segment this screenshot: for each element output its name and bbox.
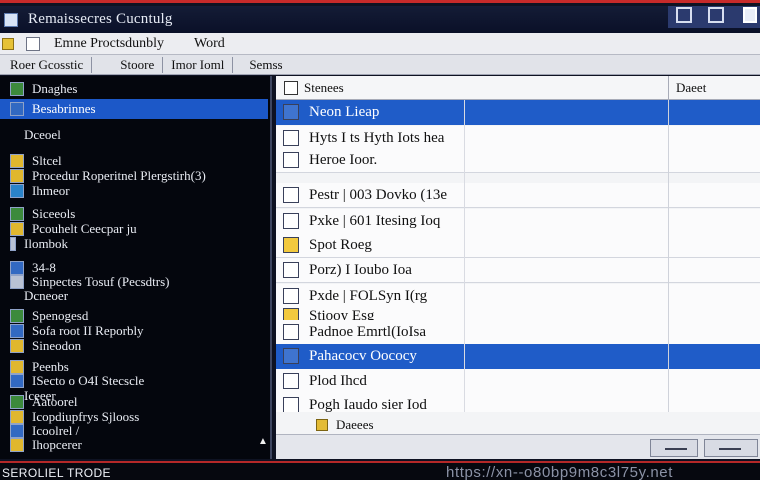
close-icon[interactable] — [743, 7, 757, 23]
maximize-icon[interactable] — [708, 7, 724, 23]
toolbar-item-import[interactable]: Imor Ioml — [163, 56, 234, 73]
table-row[interactable]: Plod Ihcd — [276, 369, 760, 394]
row-name: Hyts I ts Hyth Iots hea — [309, 129, 445, 146]
folder-blue-icon — [283, 104, 299, 120]
doc-icon — [283, 324, 299, 340]
row-name: Heroe Ioor. — [309, 151, 378, 168]
table-row[interactable]: Heroe Ioor. — [276, 148, 760, 173]
tree-item[interactable]: Ihmeor — [0, 181, 268, 201]
tree-item-label: Dcneoer — [24, 288, 69, 303]
table-row[interactable]: Padnoe Emrtl(IoIsa — [276, 320, 760, 345]
navigation-tree: Dnaghes Besabrinnes Dceoel Sltcel Proced… — [0, 76, 272, 459]
tree-item[interactable]: Dcneoer — [0, 286, 268, 306]
tree-item-label: Ihopcerer — [32, 437, 82, 452]
row-name: Pxke | 601 Itesing Ioq — [309, 212, 441, 229]
menu-bar: Emne Proctsdunbly Word — [0, 33, 760, 55]
tree-item[interactable]: Ilombok — [0, 234, 268, 254]
doc-icon — [283, 213, 299, 229]
tree-item[interactable]: Sineodon — [0, 336, 268, 356]
menu-item-word[interactable]: Word — [194, 36, 225, 52]
folder-yellow-icon — [10, 339, 24, 353]
tree-item-label: Sineodon — [32, 338, 82, 353]
row-name: Spot Roeg — [309, 236, 372, 253]
tree-item-label: Ilombok — [24, 236, 69, 251]
table-row[interactable]: Pxke | 601 Itesing Ioq — [276, 209, 760, 234]
folder-blue-icon — [283, 348, 299, 364]
arrow-icon — [719, 448, 741, 450]
row-name: Pxde | FOLSyn I(rg — [309, 287, 428, 304]
table-row[interactable]: Pahacocv Oococy — [276, 344, 760, 369]
forward-button[interactable] — [704, 439, 758, 457]
menu-item-edit[interactable]: Emne Proctsdunbly — [54, 36, 164, 52]
doc-icon — [283, 373, 299, 389]
drive-icon — [10, 237, 16, 251]
column-header-date[interactable]: Daeet — [676, 80, 706, 96]
row-name: Neon Lieap — [309, 103, 380, 120]
minimize-icon[interactable] — [676, 7, 692, 23]
doc-icon — [283, 130, 299, 146]
list-button-bar — [276, 434, 760, 459]
table-row[interactable]: Neon Lieap — [276, 100, 760, 125]
tree-item-label: Dceoel — [24, 127, 61, 142]
folder-green-icon — [10, 82, 24, 96]
toolbar-item-search[interactable]: Semss — [241, 57, 290, 73]
tree-item-label: Dnaghes — [32, 81, 78, 96]
tree-item-label: Besabrinnes — [32, 101, 96, 116]
row-name: Porz) I Ioubo Ioa — [309, 261, 412, 278]
status-bar: SEROLIEL TRODE https://xn--o80bp9m8c3l75… — [0, 461, 760, 480]
file-list: Stenees Daeet Neon Lieap Hyts I ts Hyth … — [276, 76, 760, 459]
tree-item[interactable]: Dnaghes — [0, 79, 268, 99]
table-row[interactable]: Spot Roeg — [276, 233, 760, 258]
toolbar-item-store[interactable]: Stoore — [112, 56, 164, 73]
tree-item[interactable]: Ihopcerer — [0, 435, 268, 455]
doc-icon — [283, 152, 299, 168]
toolbar: Roer Gcosstic Stoore Imor Ioml Semss — [0, 55, 760, 75]
footer-label: Daeees — [336, 417, 374, 432]
toolbar-item-general[interactable]: Roer Gcosstic — [2, 56, 93, 73]
column-divider — [668, 100, 669, 430]
window-title: Remaissecres Cucntulg — [28, 11, 173, 27]
tree-item-label: Ihmeor — [32, 183, 70, 198]
doc-icon — [283, 262, 299, 278]
column-divider — [464, 100, 465, 430]
page-icon[interactable] — [26, 36, 40, 51]
title-bar: Remaissecres Cucntulg — [0, 6, 760, 33]
row-name: Pahacocv Oococy — [309, 347, 417, 364]
app-window: Remaissecres Cucntulg Emne Proctsdunbly … — [0, 0, 760, 480]
net-icon — [10, 184, 24, 198]
header-divider[interactable] — [668, 76, 669, 100]
row-name: Plod Ihcd — [309, 372, 367, 389]
folder-yellow-icon — [10, 438, 24, 452]
select-all-checkbox[interactable] — [284, 80, 298, 95]
tree-item-selected[interactable]: Besabrinnes — [0, 99, 268, 119]
arrow-icon — [665, 448, 687, 450]
table-row[interactable]: Pestr | 003 Dovko (13e — [276, 183, 760, 208]
row-name: Pogh Iaudo sier Iod — [309, 396, 427, 413]
doc-icon — [283, 397, 299, 413]
table-row[interactable]: Porz) I Ioubo Ioa — [276, 258, 760, 283]
folder-icon — [316, 419, 328, 431]
row-name: Padnoe Emrtl(IoIsa — [309, 323, 427, 340]
tree-item[interactable]: Dceoel — [0, 125, 268, 145]
column-header-name[interactable]: Stenees — [304, 80, 344, 96]
back-button[interactable] — [650, 439, 698, 457]
app-icon — [4, 12, 18, 27]
doc-icon — [283, 288, 299, 304]
watermark-url: https://xn--o80bp9m8c3l75y.net — [446, 464, 674, 480]
status-text: SEROLIEL TRODE — [2, 466, 111, 480]
doc-icon — [283, 187, 299, 203]
folder-icon[interactable] — [2, 37, 14, 50]
folder-blue-icon — [10, 102, 24, 116]
yellow-icon — [283, 237, 299, 253]
scroll-down-icon[interactable]: ▲ — [258, 436, 268, 447]
row-name: Pestr | 003 Dovko (13e — [309, 186, 447, 203]
